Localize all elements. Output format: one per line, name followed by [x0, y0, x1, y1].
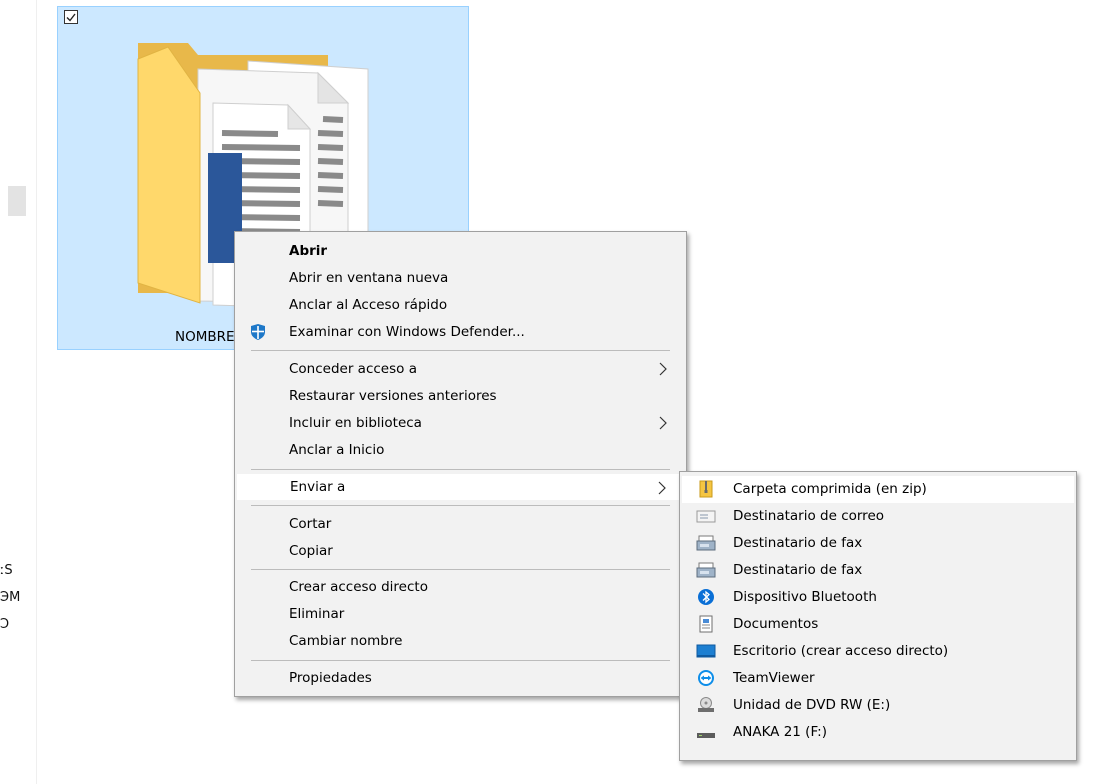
menu-item-label: Conceder acceso a — [289, 361, 417, 377]
send-to-desktop-shortcut[interactable]: Escritorio (crear acceso directo) — [682, 638, 1074, 665]
submenu-item-label: Destinatario de correo — [733, 508, 885, 524]
submenu-item-label: ANAKA 21 (F:) — [733, 724, 827, 740]
menu-item-label: Abrir en ventana nueva — [289, 270, 449, 286]
chevron-right-icon — [659, 416, 667, 430]
bluetooth-icon — [698, 589, 714, 605]
menu-separator — [251, 469, 670, 470]
nav-item-fragment[interactable]: ЭM — [0, 590, 30, 605]
menu-item-give-access[interactable]: Conceder acceso a — [237, 356, 684, 382]
menu-item-include-library[interactable]: Incluir en biblioteca — [237, 410, 684, 436]
item-checkbox[interactable] — [64, 10, 78, 24]
send-to-teamviewer[interactable]: TeamViewer — [682, 665, 1074, 692]
menu-item-label: Copiar — [289, 543, 333, 559]
teamviewer-icon — [698, 670, 714, 686]
menu-item-rename[interactable]: Cambiar nombre — [237, 628, 684, 654]
checkmark-icon — [66, 13, 76, 22]
menu-item-delete[interactable]: Eliminar — [237, 601, 684, 627]
menu-item-label: Eliminar — [289, 606, 345, 622]
menu-item-pin-quick-access[interactable]: Anclar al Acceso rápido — [237, 292, 684, 318]
context-menu: Abrir Abrir en ventana nueva Anclar al A… — [234, 231, 687, 697]
folder-name-label: NOMBRE — [175, 329, 235, 345]
send-to-fax-recipient[interactable]: Destinatario de fax — [682, 530, 1074, 557]
menu-item-label: Examinar con Windows Defender... — [289, 324, 525, 340]
menu-item-label: Restaurar versiones anteriores — [289, 388, 497, 404]
menu-item-send-to[interactable]: Enviar a — [237, 474, 684, 500]
documents-icon — [699, 615, 713, 633]
menu-item-label: Enviar a — [290, 479, 346, 495]
submenu-item-label: Destinatario de fax — [733, 535, 863, 551]
menu-item-copy[interactable]: Copiar — [237, 538, 684, 564]
fax-icon — [696, 562, 716, 578]
zip-folder-icon — [699, 480, 713, 498]
menu-item-label: Cambiar nombre — [289, 633, 403, 649]
menu-item-label: Anclar a Inicio — [289, 442, 385, 458]
menu-item-label: Anclar al Acceso rápido — [289, 297, 448, 313]
menu-item-restore-versions[interactable]: Restaurar versiones anteriores — [237, 383, 684, 409]
send-to-documents[interactable]: Documentos — [682, 611, 1074, 638]
navigation-pane-border — [36, 0, 37, 784]
menu-item-cut[interactable]: Cortar — [237, 511, 684, 537]
submenu-item-label: Dispositivo Bluetooth — [733, 589, 877, 605]
submenu-item-label: Escritorio (crear acceso directo) — [733, 643, 949, 659]
usb-drive-icon — [697, 733, 715, 738]
submenu-item-label: Carpeta comprimida (en zip) — [733, 481, 927, 497]
fax-icon — [696, 535, 716, 551]
send-to-fax-recipient[interactable]: Destinatario de fax — [682, 557, 1074, 584]
mail-icon — [696, 510, 716, 523]
menu-item-label: Incluir en biblioteca — [289, 415, 422, 431]
menu-item-label: Propiedades — [289, 670, 372, 686]
nav-item-fragment[interactable]: ːS — [0, 563, 30, 578]
send-to-mail-recipient[interactable]: Destinatario de correo — [682, 503, 1074, 530]
submenu-item-label: Destinatario de fax — [733, 562, 863, 578]
desktop-icon — [696, 644, 716, 658]
windows-defender-icon — [251, 324, 265, 340]
send-to-dvd-drive[interactable]: Unidad de DVD RW (E:) — [682, 692, 1074, 719]
send-to-submenu: Carpeta comprimida (en zip) Destinatario… — [679, 471, 1077, 761]
menu-item-label: Cortar — [289, 516, 332, 532]
menu-item-scan-defender[interactable]: Examinar con Windows Defender... — [237, 319, 684, 345]
menu-separator — [251, 660, 670, 661]
menu-item-pin-start[interactable]: Anclar a Inicio — [237, 437, 684, 463]
menu-separator — [251, 569, 670, 570]
menu-item-open-new-window[interactable]: Abrir en ventana nueva — [237, 265, 684, 291]
submenu-item-label: Documentos — [733, 616, 819, 632]
dvd-drive-icon — [698, 697, 714, 712]
chevron-right-icon — [659, 362, 667, 376]
menu-item-label: Abrir — [289, 243, 328, 259]
chevron-right-icon — [658, 481, 666, 495]
menu-item-properties[interactable]: Propiedades — [237, 665, 684, 691]
menu-separator — [251, 505, 670, 506]
menu-item-create-shortcut[interactable]: Crear acceso directo — [237, 574, 684, 600]
submenu-item-label: Unidad de DVD RW (E:) — [733, 697, 891, 713]
navigation-scrollbar-thumb[interactable] — [8, 186, 26, 216]
submenu-item-label: TeamViewer — [733, 670, 815, 686]
send-to-usb-drive[interactable]: ANAKA 21 (F:) — [682, 719, 1074, 746]
menu-item-open[interactable]: Abrir — [237, 238, 684, 264]
send-to-zip-folder[interactable]: Carpeta comprimida (en zip) — [682, 476, 1074, 503]
menu-item-label: Crear acceso directo — [289, 579, 428, 595]
send-to-bluetooth-device[interactable]: Dispositivo Bluetooth — [682, 584, 1074, 611]
nav-item-fragment[interactable]: Ͻ — [0, 617, 30, 632]
menu-separator — [251, 350, 670, 351]
